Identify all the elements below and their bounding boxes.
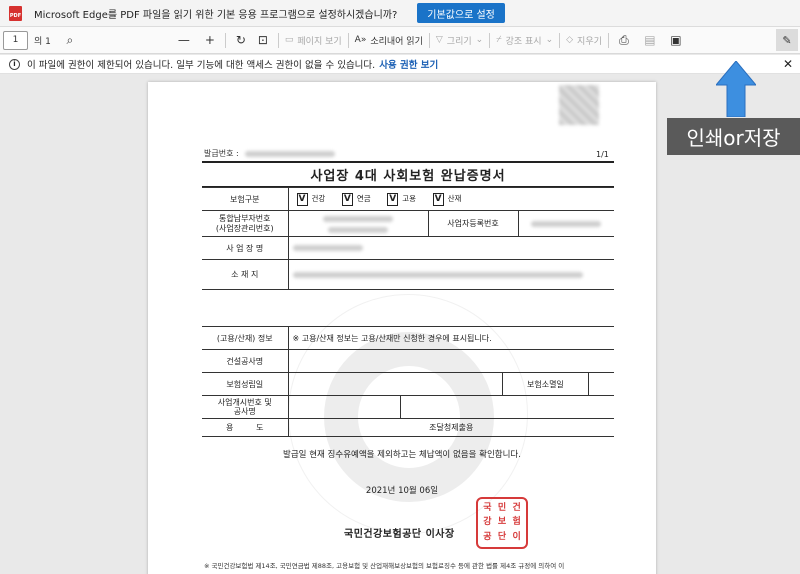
table-row: 통합납부자번호 (사업장관리번호) 사업자등록번호 xyxy=(202,210,614,237)
eraser-icon: ◇ xyxy=(566,35,574,45)
check-box: V xyxy=(341,192,353,206)
toolbar-divider xyxy=(489,32,491,48)
toolbar-divider xyxy=(347,32,349,48)
label-business-name: 사 업 장 명 xyxy=(202,236,289,260)
established-value xyxy=(287,372,503,396)
check-box: V xyxy=(296,192,308,206)
page-view-button[interactable]: ▭ 페이지 보기 xyxy=(285,34,342,47)
construction-title-value xyxy=(399,395,614,419)
document-title: 사업장 4대 사회보험 완납증명서 xyxy=(202,161,614,187)
page-count: 1/1 xyxy=(596,150,609,159)
table-row: (고용/산재) 정보 ※ 고용/산재 정보는 고용/산재만 신청한 경우에 표시… xyxy=(202,326,614,350)
redacted-value xyxy=(287,236,614,260)
up-arrow-annotation-icon xyxy=(716,61,756,117)
zoom-in-icon[interactable]: + xyxy=(201,31,219,49)
label-business-reg-no: 사업자등록번호 xyxy=(427,210,519,237)
rotate-icon[interactable]: ↻ xyxy=(232,31,250,49)
label-address: 소 재 지 xyxy=(202,259,289,290)
label-construction-name: 건설공사명 xyxy=(202,349,289,373)
print-icon[interactable]: ⎙ xyxy=(615,31,633,49)
label-terminated: 보험소멸일 xyxy=(501,372,589,396)
pdf-page: 발급번호 : 1/1 사업장 4대 사회보험 완납증명서 보험구분 V 건강 V연… xyxy=(148,82,656,574)
pdf-file-icon: PDF xyxy=(9,5,22,21)
usage-value: 조달청제출용 xyxy=(287,418,614,437)
table-row: 사 업 장 명 xyxy=(202,236,614,260)
toolbar-divider xyxy=(559,32,561,48)
table-row: 용 도 조달청제출용 xyxy=(202,418,614,437)
label-employment-info: (고용/산재) 정보 xyxy=(202,326,289,350)
employment-note: ※ 고용/산재 정보는 고용/산재만 신청한 경우에 표시됩니다. xyxy=(287,326,614,350)
annotation-label: 인쇄or저장 xyxy=(667,118,800,155)
toolbar-divider xyxy=(277,32,279,48)
zoom-out-icon[interactable]: — xyxy=(175,31,193,49)
check-box: V xyxy=(432,192,444,206)
chevron-down-icon: ⌄ xyxy=(475,35,484,45)
view-permissions-link[interactable]: 사용 권한 보기 xyxy=(379,57,438,71)
issue-date: 2021년 10월 06일 xyxy=(365,486,439,496)
pdf-toolbar: 1 의 1 ⌕ — + ↻ ⊡ ▭ 페이지 보기 A» 소리내어 읽기 ▽ 그리기 ⌄ … xyxy=(0,27,800,54)
redacted-value xyxy=(245,150,336,157)
label-usage: 용 도 xyxy=(202,418,289,437)
notification-message: Microsoft Edge를 PDF 파일을 읽기 위한 기본 응용 프로그램… xyxy=(34,9,398,21)
issuer-name: 국민건강보험공단 이사장 xyxy=(344,529,455,540)
issue-number: 발급번호 : xyxy=(204,148,336,159)
set-default-button[interactable]: 기본값으로 설정 xyxy=(417,3,505,23)
table-row: 보험구분 V 건강 V 연금 V 고용 V 산재 xyxy=(202,187,614,211)
check-box: V xyxy=(387,192,399,206)
save-as-icon[interactable]: ▣ xyxy=(667,31,685,49)
insurance-checks: V 건강 V 연금 V 고용 V 산재 xyxy=(287,187,614,211)
page-view-icon: ▭ xyxy=(284,35,294,45)
toolbar-divider xyxy=(224,32,226,48)
close-icon[interactable]: ✕ xyxy=(783,57,793,71)
certificate-table-bottom: (고용/산재) 정보 ※ 고용/산재 정보는 고용/산재만 신청한 경우에 표시… xyxy=(202,326,614,437)
draw-icon: ▽ xyxy=(435,35,443,45)
redacted-value xyxy=(287,210,429,237)
start-no-value xyxy=(287,395,401,419)
construction-name-value xyxy=(287,349,614,373)
pin-toolbar-icon[interactable]: ✎ xyxy=(776,29,798,51)
highlight-icon: ⌿ xyxy=(496,35,502,45)
info-icon: i xyxy=(9,58,20,70)
table-row: 건설공사명 xyxy=(202,349,614,373)
read-aloud-button[interactable]: A» 소리내어 읽기 xyxy=(355,34,423,47)
terminated-value xyxy=(587,372,614,396)
highlight-button[interactable]: ⌿ 강조 표시 ⌄ xyxy=(496,34,553,47)
official-seal: 국민건 강보험 공단이 xyxy=(476,497,528,549)
table-row: 소 재 지 xyxy=(202,259,614,290)
read-aloud-icon: A» xyxy=(354,35,367,45)
redacted-value xyxy=(287,259,614,290)
default-app-notification: PDF Microsoft Edge를 PDF 파일을 읽기 위한 기본 응용 … xyxy=(0,0,800,27)
draw-button[interactable]: ▽ 그리기 ⌄ xyxy=(436,34,483,47)
erase-button[interactable]: ◇ 지우기 xyxy=(566,34,602,47)
page-number-input[interactable]: 1 xyxy=(3,30,28,50)
redacted-value xyxy=(517,210,614,237)
fit-page-icon[interactable]: ⊡ xyxy=(254,31,272,49)
table-row: 보험성립일 보험소멸일 xyxy=(202,372,614,396)
certificate-table-top: 보험구분 V 건강 V 연금 V 고용 V 산재 통합납부자번호 (사업장관리번호) 사… xyxy=(202,187,614,290)
permission-infobar: i 이 파일에 권한이 제한되어 있습니다. 일부 기능에 대한 액세스 권한이… xyxy=(0,55,800,74)
save-icon[interactable]: ▤ xyxy=(641,31,659,49)
label-established: 보험성립일 xyxy=(202,372,289,396)
legal-footnote: ※ 국민건강보험법 제14조, 국민연금법 제88조, 고용보험 및 산업재해보… xyxy=(204,562,565,570)
confirmation-statement: 발급일 현재 징수유예액을 제외하고는 체납액이 없음을 확인합니다. xyxy=(283,450,521,460)
page-total: 의 1 xyxy=(34,36,51,47)
qr-code xyxy=(559,85,599,125)
label-insurance-type: 보험구분 xyxy=(202,187,289,211)
search-icon[interactable]: ⌕ xyxy=(61,31,79,49)
table-row: 사업개시번호 및 공사명 xyxy=(202,395,614,419)
label-integrated-no: 통합납부자번호 (사업장관리번호) xyxy=(202,210,289,237)
permission-message: 이 파일에 권한이 제한되어 있습니다. 일부 기능에 대한 액세스 권한이 없… xyxy=(27,60,376,71)
toolbar-divider xyxy=(607,32,609,48)
toolbar-divider xyxy=(428,32,430,48)
label-start-no: 사업개시번호 및 공사명 xyxy=(202,395,289,419)
chevron-down-icon: ⌄ xyxy=(545,35,554,45)
